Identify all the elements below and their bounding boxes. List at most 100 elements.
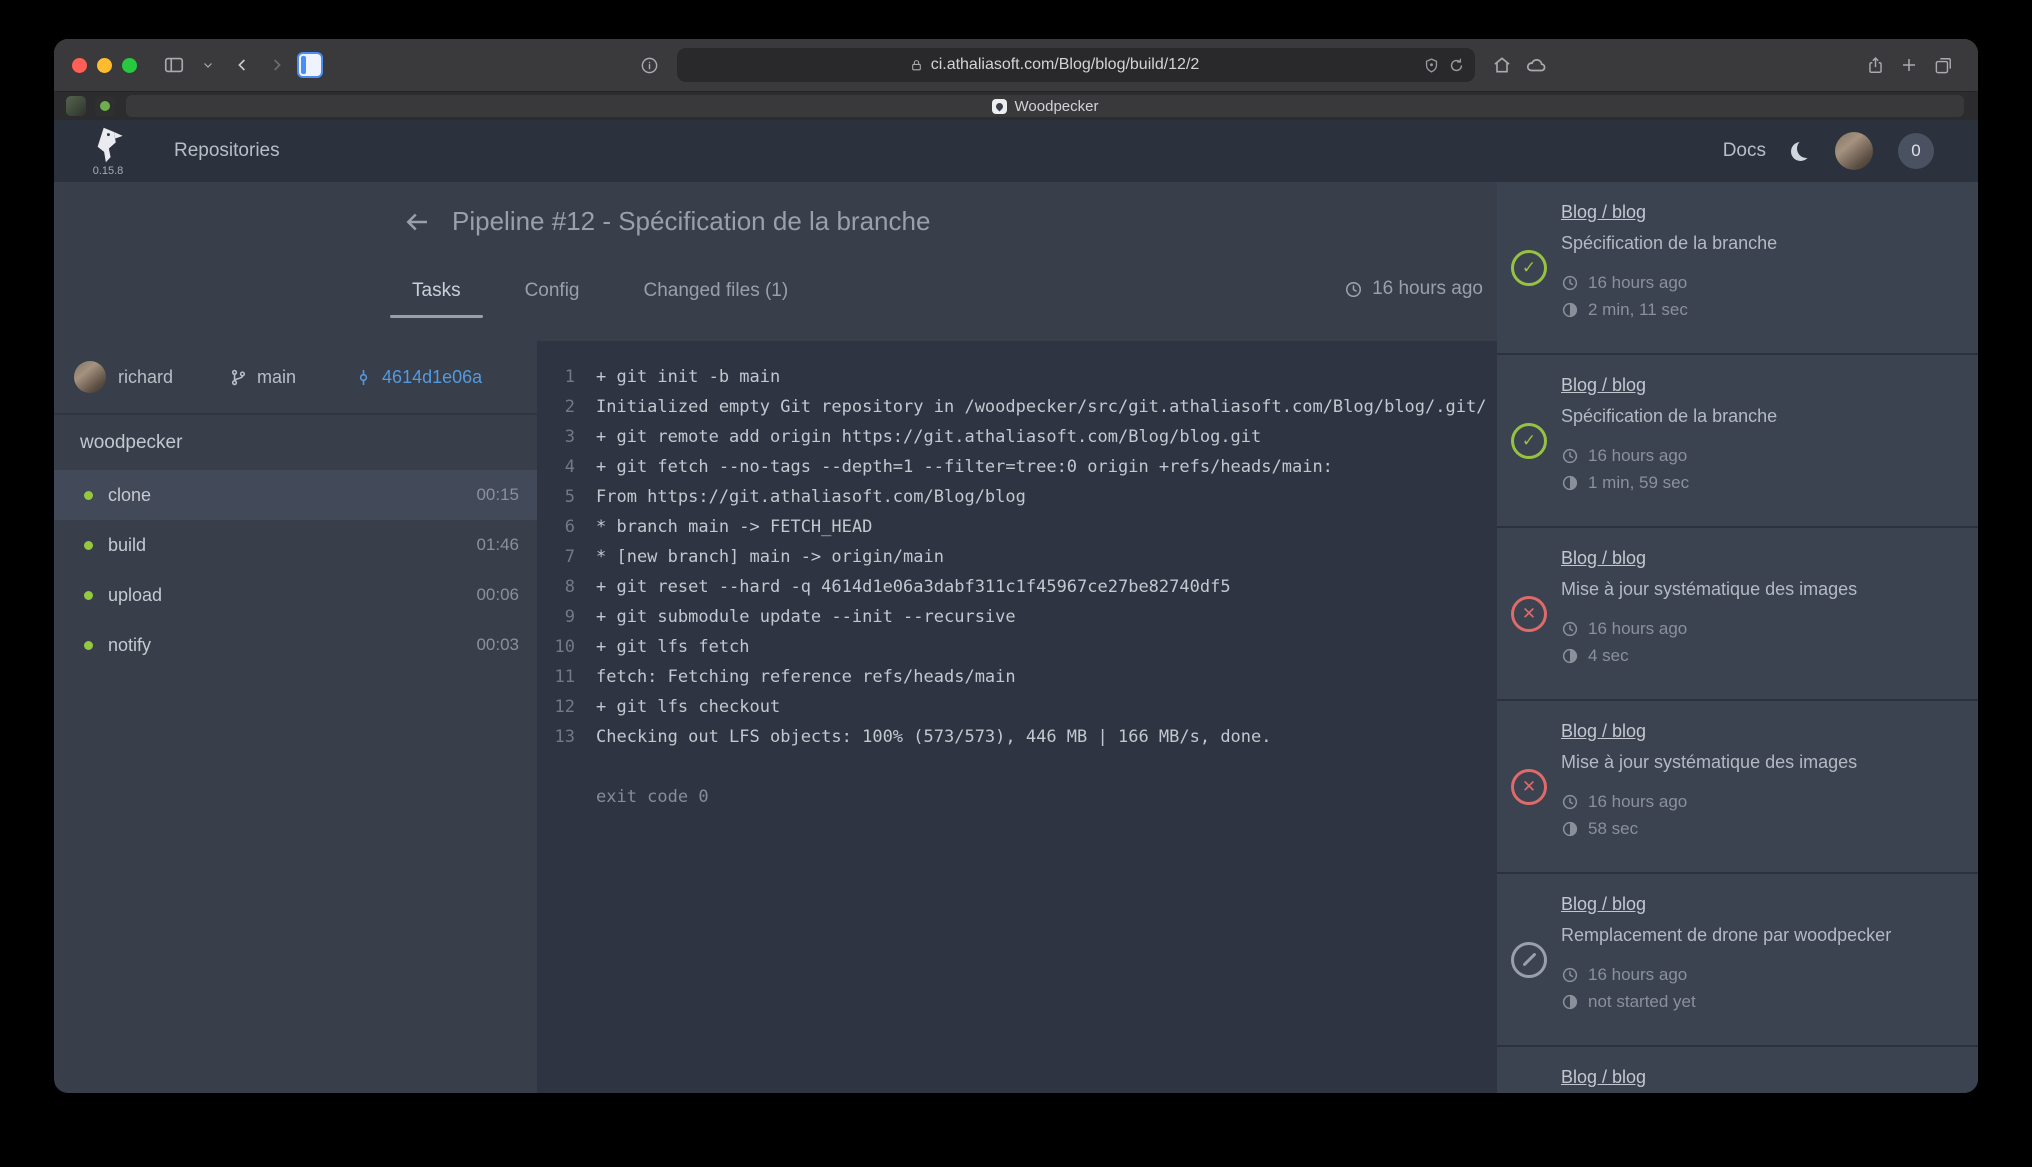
address-bar[interactable]: ci.athaliasoft.com/Blog/blog/build/12/2 bbox=[677, 48, 1475, 82]
log-line-number: 12 bbox=[537, 692, 575, 722]
repo-link[interactable]: Blog / blog bbox=[1561, 199, 1646, 225]
sidebar-icon[interactable] bbox=[157, 49, 191, 81]
notification-badge[interactable]: 0 bbox=[1898, 133, 1934, 169]
step-status-dot bbox=[84, 541, 93, 550]
step-item[interactable]: build 01:46 bbox=[54, 520, 537, 570]
dark-mode-toggle-icon[interactable] bbox=[1791, 142, 1810, 161]
repo-link[interactable]: Blog / blog bbox=[1561, 372, 1646, 398]
home-icon[interactable] bbox=[1485, 49, 1519, 81]
log-line: 9 + git submodule update --init --recurs… bbox=[537, 602, 1497, 632]
nav-docs-link[interactable]: Docs bbox=[1723, 140, 1766, 162]
active-tab[interactable]: Woodpecker bbox=[126, 95, 1964, 117]
log-line-number: 10 bbox=[537, 632, 575, 662]
commit-icon bbox=[354, 368, 373, 387]
pipeline-tabs: Tasks Config Changed files (1) bbox=[406, 276, 1497, 306]
log-line-text: + git submodule update --init --recursiv… bbox=[575, 602, 1016, 632]
repo-link[interactable]: Blog / blog bbox=[1561, 718, 1646, 744]
pipeline-list-item[interactable]: Blog / blog Spécification de la branche … bbox=[1497, 355, 1978, 528]
duration-icon bbox=[1561, 647, 1579, 665]
minimize-window-button[interactable] bbox=[97, 58, 112, 73]
status-icon bbox=[1511, 423, 1547, 459]
build-duration: 2 min, 11 sec bbox=[1561, 296, 1964, 323]
log-line-text: + git reset --hard -q 4614d1e06a3dabf311… bbox=[575, 572, 1231, 602]
pipeline-tab[interactable]: Config bbox=[519, 276, 586, 306]
cloud-icon[interactable] bbox=[1519, 49, 1553, 81]
log-line-number: 11 bbox=[537, 662, 575, 692]
log-line-number: 2 bbox=[537, 392, 575, 422]
build-time: 16 hours ago bbox=[1561, 961, 1964, 988]
pipeline-list-item[interactable]: Blog / blog Mise à jour systématique des… bbox=[1497, 528, 1978, 701]
step-item[interactable]: upload 00:06 bbox=[54, 570, 537, 620]
step-status-dot bbox=[84, 491, 93, 500]
step-item[interactable]: clone 00:15 bbox=[54, 470, 537, 520]
log-line: 3 + git remote add origin https://git.at… bbox=[537, 422, 1497, 452]
pipeline-list-item[interactable]: Blog / blog Spécification de la branche … bbox=[1497, 182, 1978, 355]
log-output[interactable]: 1 + git init -b main 2 Initialized empty… bbox=[537, 341, 1497, 1093]
build-status-column bbox=[1497, 182, 1561, 353]
log-line-text: + git lfs fetch bbox=[575, 632, 750, 662]
tab-overview-icon[interactable] bbox=[1926, 49, 1960, 81]
build-duration: 58 sec bbox=[1561, 815, 1964, 842]
repo-link[interactable]: Blog / blog bbox=[1561, 545, 1646, 571]
pipeline-time: 16 hours ago bbox=[1344, 278, 1483, 300]
status-icon bbox=[1511, 769, 1547, 805]
build-duration-label: 58 sec bbox=[1588, 815, 1638, 842]
step-duration: 00:15 bbox=[476, 485, 519, 505]
pipeline-tab[interactable]: Tasks bbox=[406, 276, 467, 306]
commit-link[interactable]: 4614d1e06a bbox=[354, 367, 482, 388]
step-item[interactable]: notify 00:03 bbox=[54, 620, 537, 670]
repo-link[interactable]: Blog / blog bbox=[1561, 891, 1646, 917]
pipeline-list-item[interactable]: Blog / blog Mise à jour systématique des… bbox=[1497, 1047, 1978, 1093]
browser-toolbar: ci.athaliasoft.com/Blog/blog/build/12/2 bbox=[54, 39, 1978, 91]
build-status-column bbox=[1497, 874, 1561, 1045]
forward-button[interactable] bbox=[259, 49, 293, 81]
pipeline-list-item[interactable]: Blog / blog Remplacement de drone par wo… bbox=[1497, 874, 1978, 1047]
pipeline-header: Pipeline #12 - Spécification de la branc… bbox=[54, 182, 1497, 341]
new-tab-icon[interactable] bbox=[1892, 49, 1926, 81]
build-message: Spécification de la branche bbox=[1561, 403, 1964, 429]
build-status-column bbox=[1497, 355, 1561, 526]
build-duration-label: not started yet bbox=[1588, 988, 1696, 1015]
woodpecker-favicon bbox=[992, 99, 1007, 114]
log-line: 12 + git lfs checkout bbox=[537, 692, 1497, 722]
step-status-dot bbox=[84, 591, 93, 600]
log-line: 7 * [new branch] main -> origin/main bbox=[537, 542, 1497, 572]
log-line: 11 fetch: Fetching reference refs/heads/… bbox=[537, 662, 1497, 692]
app-navbar: 0.15.8 Repositories Docs 0 bbox=[54, 120, 1978, 182]
chevron-down-icon[interactable] bbox=[191, 49, 225, 81]
page-info-icon[interactable] bbox=[633, 49, 667, 81]
log-line-text: From https://git.athaliasoft.com/Blog/bl… bbox=[575, 482, 1026, 512]
zoom-window-button[interactable] bbox=[122, 58, 137, 73]
log-line: 8 + git reset --hard -q 4614d1e06a3dabf3… bbox=[537, 572, 1497, 602]
nav-repositories-link[interactable]: Repositories bbox=[174, 140, 280, 162]
back-button[interactable] bbox=[225, 49, 259, 81]
close-window-button[interactable] bbox=[72, 58, 87, 73]
reload-icon[interactable] bbox=[1448, 57, 1465, 74]
branch-icon bbox=[229, 368, 248, 387]
share-icon[interactable] bbox=[1858, 49, 1892, 81]
build-time: 16 hours ago bbox=[1561, 615, 1964, 642]
build-status-column bbox=[1497, 701, 1561, 872]
step-duration: 00:03 bbox=[476, 635, 519, 655]
log-line: 6 * branch main -> FETCH_HEAD bbox=[537, 512, 1497, 542]
log-line-number: 5 bbox=[537, 482, 575, 512]
repo-link[interactable]: Blog / blog bbox=[1561, 1064, 1646, 1090]
status-icon bbox=[1511, 250, 1547, 286]
pinned-tab-1[interactable] bbox=[66, 96, 86, 116]
back-arrow-icon[interactable] bbox=[402, 207, 432, 237]
pipeline-list-item[interactable]: Blog / blog Mise à jour systématique des… bbox=[1497, 701, 1978, 874]
privacy-shield-icon[interactable] bbox=[1423, 57, 1440, 74]
duration-icon bbox=[1561, 820, 1579, 838]
woodpecker-logo[interactable]: 0.15.8 bbox=[90, 126, 126, 177]
step-name: notify bbox=[108, 635, 151, 656]
app-shortcut-icon[interactable] bbox=[293, 49, 327, 81]
log-line-number: 6 bbox=[537, 512, 575, 542]
user-avatar[interactable] bbox=[1835, 132, 1873, 170]
pinned-tab-2[interactable] bbox=[95, 96, 115, 116]
log-line-number: 7 bbox=[537, 542, 575, 572]
build-time: 16 hours ago bbox=[1561, 788, 1964, 815]
url-text: ci.athaliasoft.com/Blog/blog/build/12/2 bbox=[931, 56, 1200, 74]
pipeline-tab[interactable]: Changed files (1) bbox=[638, 276, 795, 306]
log-line-text: fetch: Fetching reference refs/heads/mai… bbox=[575, 662, 1016, 692]
lock-icon bbox=[910, 59, 923, 72]
